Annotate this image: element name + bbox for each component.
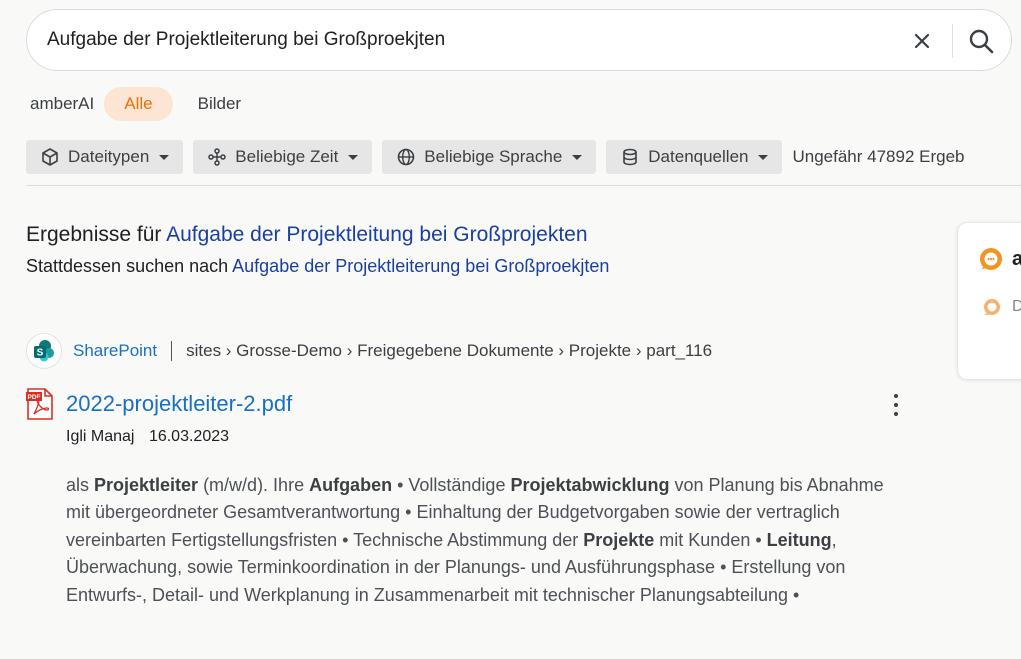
filter-file-types[interactable]: Dateitypen: [26, 140, 184, 174]
filter-bar: Dateitypen Beliebige Zeit Beliebige Spra…: [26, 140, 965, 174]
cube-icon: [40, 147, 60, 167]
side-card-subtitle: D: [1012, 298, 1021, 315]
chevron-down-icon: [348, 154, 359, 160]
dot-icon: [894, 403, 898, 407]
snippet-highlight: Projektleiter: [94, 475, 199, 495]
result-source: S SharePoint sites › Grosse-Demo › Freig…: [26, 333, 712, 369]
spelling-correction: Ergebnisse für Aufgabe der Projektleitun…: [26, 223, 588, 247]
search-button[interactable]: [963, 23, 999, 59]
search-icon: [969, 29, 994, 54]
corrected-query-link[interactable]: Aufgabe der Projektleitung bei Großproje…: [166, 223, 587, 246]
database-icon: [620, 147, 640, 167]
timeline-icon: [207, 147, 227, 167]
results-count: Ungefähr 47892 Ergeb: [792, 147, 965, 166]
snippet-highlight: Projektabwicklung: [510, 475, 670, 495]
filter-file-types-label: Dateitypen: [68, 147, 150, 166]
globe-icon: [396, 147, 416, 167]
result-meta: Igli Manaj 16.03.2023: [66, 428, 229, 446]
original-query-link[interactable]: Aufgabe der Projektleiterung bei Großpro…: [232, 256, 609, 276]
dot-icon: [894, 412, 898, 416]
close-icon: [914, 33, 930, 49]
more-options-button[interactable]: [886, 394, 906, 416]
clear-search-button[interactable]: [907, 26, 937, 56]
search-divider: [952, 24, 953, 58]
chevron-down-icon: [758, 154, 769, 160]
chevron-down-icon: [159, 154, 170, 160]
chat-bubble-icon: [980, 248, 1002, 270]
snippet-text: mit Kunden •: [654, 529, 767, 550]
result-date: 16.03.2023: [148, 428, 230, 445]
snippet-highlight: Leitung: [766, 529, 832, 550]
result-snippet: als Projektleiter (m/w/d). Ihre Aufgaben…: [66, 472, 896, 609]
filter-language-label: Beliebige Sprache: [424, 147, 563, 166]
filter-data-sources-label: Datenquellen: [648, 147, 749, 166]
correction-prefix: Ergebnisse für: [26, 223, 162, 246]
result-title-row: PDF 2022-projektleiter-2.pdf: [26, 388, 292, 420]
result-author: Igli Manaj: [66, 428, 135, 445]
snippet-highlight: Projekte: [583, 529, 655, 550]
filter-time-label: Beliebige Zeit: [235, 147, 339, 166]
filter-language[interactable]: Beliebige Sprache: [382, 140, 597, 174]
svg-text:S: S: [37, 348, 44, 359]
sharepoint-icon: S: [26, 333, 62, 369]
source-separator: [171, 341, 173, 361]
search-input[interactable]: [47, 20, 887, 60]
breadcrumb: sites › Grosse-Demo › Freigegebene Dokum…: [186, 341, 713, 360]
filter-data-sources[interactable]: Datenquellen: [606, 140, 783, 174]
filter-time[interactable]: Beliebige Zeit: [193, 140, 373, 174]
search-bar: [26, 9, 1012, 71]
tab-bilder[interactable]: Bilder: [182, 87, 257, 121]
source-name[interactable]: SharePoint: [73, 341, 157, 361]
snippet-text: • Vollständige: [392, 475, 511, 495]
pdf-file-icon: PDF: [26, 388, 53, 420]
search-instead: Stattdessen suchen nach Aufgabe der Proj…: [26, 256, 609, 277]
side-card-title: a: [1012, 248, 1021, 270]
dot-icon: [894, 394, 898, 398]
chat-bubble-icon: [984, 299, 1000, 315]
snippet-text: (m/w/d). Ihre: [198, 475, 310, 495]
instead-prefix: Stattdessen suchen nach: [26, 256, 229, 276]
search-tabs: amberAI Alle Bilder: [30, 87, 257, 121]
filter-divider: [26, 185, 1021, 186]
amberai-side-card[interactable]: a D: [957, 222, 1021, 380]
tab-alle[interactable]: Alle: [104, 87, 173, 121]
chevron-down-icon: [572, 154, 583, 160]
tab-amberai[interactable]: amberAI: [14, 87, 110, 121]
snippet-text: als: [66, 475, 95, 495]
result-title-link[interactable]: 2022-projektleiter-2.pdf: [66, 391, 292, 417]
snippet-highlight: Aufgaben: [309, 475, 393, 495]
